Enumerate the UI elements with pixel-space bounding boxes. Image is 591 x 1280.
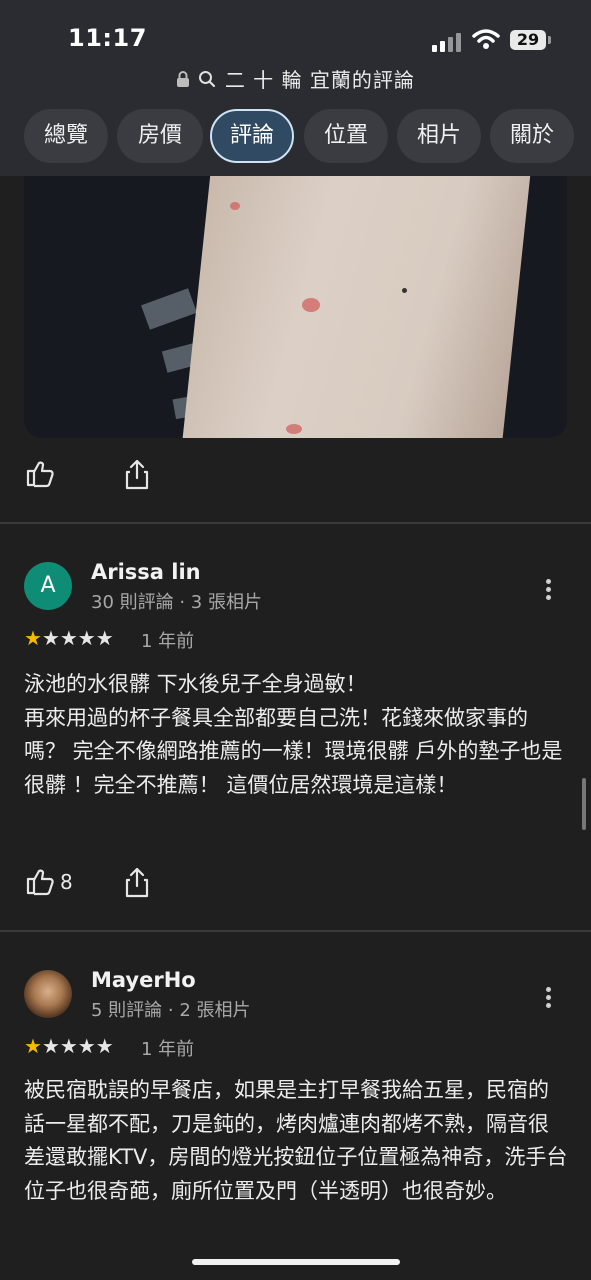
avatar[interactable] (24, 970, 72, 1018)
avatar[interactable]: A (24, 562, 72, 610)
wifi-icon (472, 29, 500, 49)
more-options-icon[interactable] (538, 576, 558, 604)
previous-review-actions (0, 455, 591, 495)
tab-overview[interactable]: 總覽 (24, 109, 108, 163)
star-rating: ★★★★★ (24, 1034, 114, 1058)
lock-icon (177, 70, 190, 87)
tab-reviews[interactable]: 評論 (210, 109, 294, 163)
thumbs-up-icon[interactable] (25, 458, 55, 488)
url-text: 二 十 輪 宜蘭的評論 (224, 68, 415, 92)
tab-photos[interactable]: 相片 (397, 109, 481, 163)
address-bar[interactable]: 二 十 輪 宜蘭的評論 (0, 64, 591, 92)
thumbs-up-icon[interactable] (25, 866, 55, 896)
share-icon[interactable] (124, 458, 150, 490)
status-bar: 11:17 29 (0, 22, 591, 58)
tab-location[interactable]: 位置 (304, 109, 388, 163)
scrollbar[interactable] (582, 778, 586, 830)
like-count: 8 (60, 870, 73, 894)
review-actions: 8 (0, 864, 591, 904)
star-rating: ★★★★★ (24, 626, 114, 650)
reviewer-name[interactable]: MayerHo (91, 968, 196, 992)
review-age: 1 年前 (141, 631, 195, 652)
review-text: 泳池的水很髒 下水後兒子全身過敏！ 再來用過的杯子餐具全部都要自己洗！花錢來做家… (24, 672, 563, 797)
top-bar: 11:17 29 二 十 輪 宜蘭的評論 總覽 房價 評論 位置 相片 關於 (0, 0, 591, 176)
cellular-signal-icon (432, 32, 462, 52)
reviewer-name[interactable]: Arissa lin (91, 560, 201, 584)
reviewer-meta: 30 則評論 · 3 張相片 (91, 592, 262, 613)
reviewer-meta: 5 則評論 · 2 張相片 (91, 1000, 251, 1021)
divider (0, 522, 591, 524)
review-text: 被民宿耽誤的早餐店，如果是主打早餐我給五星，民宿的話一星都不配，刀是鈍的，烤肉爐… (24, 1078, 568, 1203)
review-photo[interactable] (24, 176, 567, 438)
review-age: 1 年前 (141, 1039, 195, 1060)
share-icon[interactable] (124, 866, 150, 898)
home-indicator[interactable] (192, 1259, 400, 1265)
more-options-icon[interactable] (538, 984, 558, 1012)
tab-about[interactable]: 關於 (490, 109, 574, 163)
search-icon (199, 70, 216, 87)
tab-prices[interactable]: 房價 (117, 109, 203, 163)
status-time: 11:17 (68, 24, 147, 52)
divider (0, 930, 591, 932)
battery-icon: 29 (510, 30, 551, 50)
